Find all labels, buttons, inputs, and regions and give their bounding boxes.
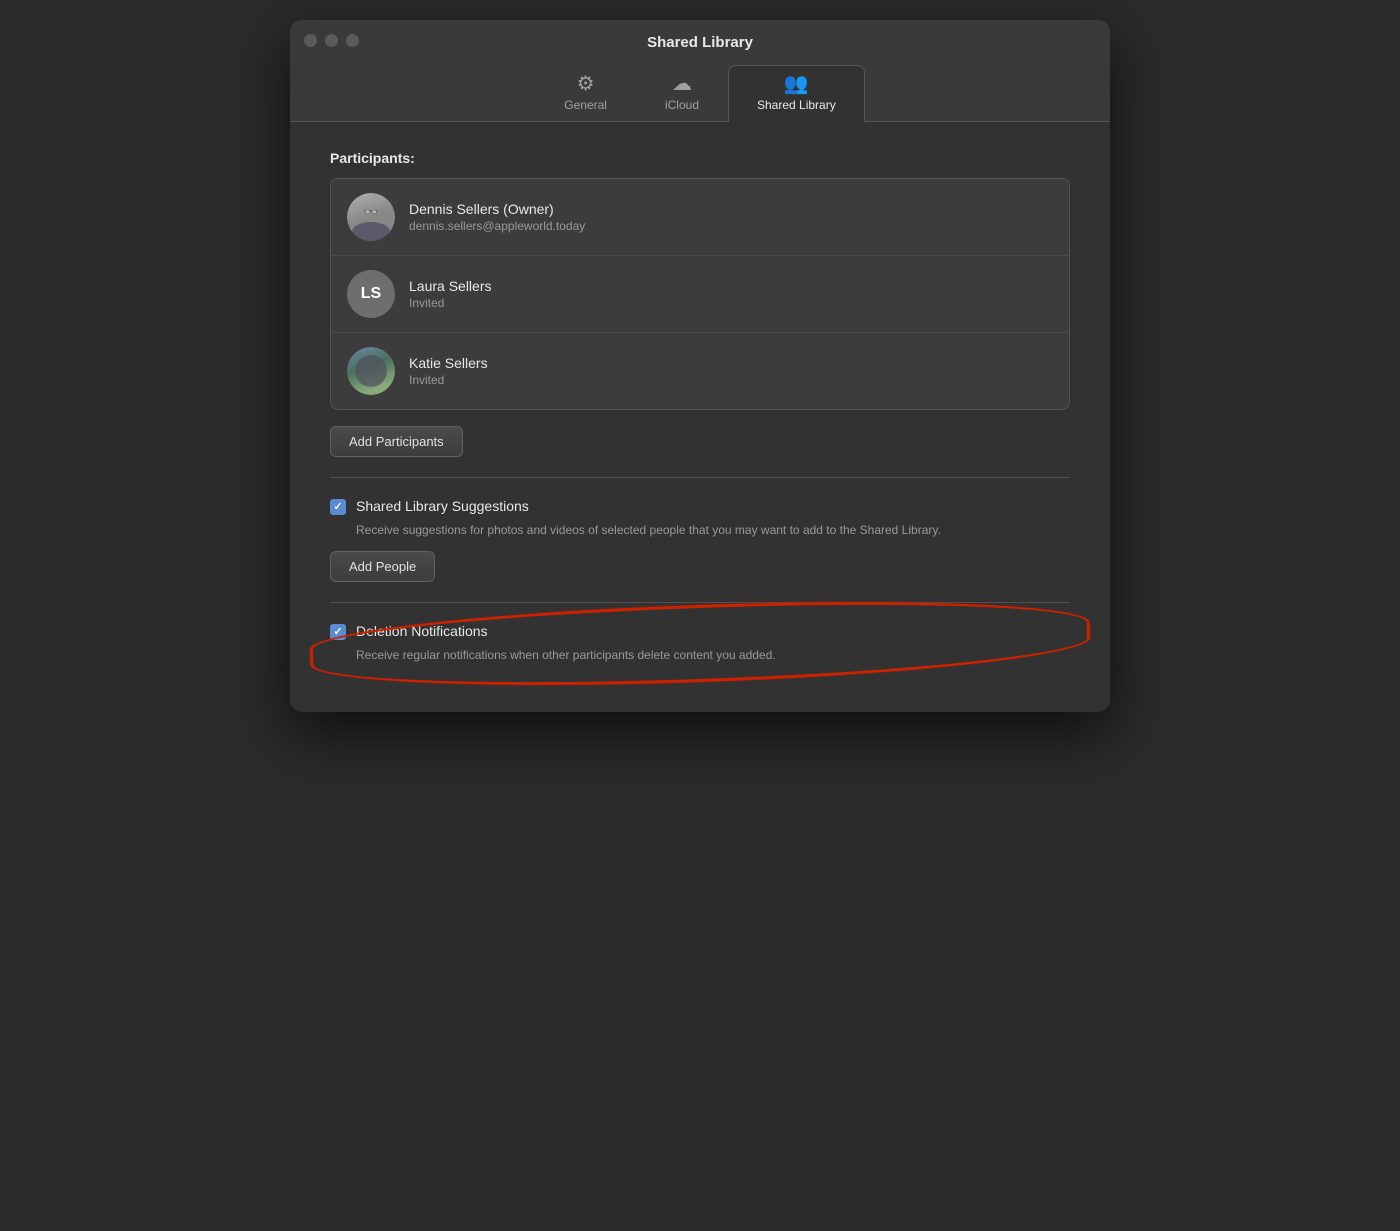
deletion-checkbox-section: Deletion Notifications Receive regular n… — [330, 623, 1070, 664]
divider — [330, 602, 1070, 603]
participant-row: Dennis Sellers (Owner) dennis.sellers@ap… — [331, 179, 1069, 256]
participant-name: Dennis Sellers (Owner) — [409, 201, 585, 217]
deletion-checkbox-row: Deletion Notifications — [330, 623, 1070, 640]
shared-library-icon: 👥 — [784, 74, 809, 94]
tab-shared-library[interactable]: 👥 Shared Library — [728, 65, 865, 122]
suggestions-checkbox-row: Shared Library Suggestions — [330, 498, 1070, 515]
participant-status: dennis.sellers@appleworld.today — [409, 219, 585, 233]
participants-label: Participants: — [330, 150, 1070, 166]
deletion-section: Deletion Notifications Receive regular n… — [330, 623, 1070, 664]
cloud-icon: ☁ — [672, 74, 692, 94]
maximize-button[interactable] — [346, 34, 359, 47]
tab-bar: ⚙ General ☁ iCloud 👥 Shared Library — [535, 65, 864, 121]
title-bar: Shared Library ⚙ General ☁ iCloud 👥 Shar… — [290, 20, 1110, 122]
avatar: LS — [347, 270, 395, 318]
participant-status: Invited — [409, 296, 492, 310]
settings-window: Shared Library ⚙ General ☁ iCloud 👥 Shar… — [290, 20, 1110, 712]
tab-icloud[interactable]: ☁ iCloud — [636, 65, 728, 122]
avatar — [347, 193, 395, 241]
window-title: Shared Library — [647, 34, 753, 51]
close-button[interactable] — [304, 34, 317, 47]
avatar-initials-text: LS — [361, 285, 381, 303]
deletion-title: Deletion Notifications — [356, 623, 488, 639]
suggestions-desc: Receive suggestions for photos and video… — [356, 521, 1070, 539]
participant-info: Dennis Sellers (Owner) dennis.sellers@ap… — [409, 201, 585, 233]
deletion-desc: Receive regular notifications when other… — [356, 646, 1070, 664]
participant-row: LS Laura Sellers Invited — [331, 256, 1069, 333]
dennis-avatar — [347, 193, 395, 241]
deletion-checkbox[interactable] — [330, 624, 346, 640]
suggestions-checkbox[interactable] — [330, 499, 346, 515]
katie-avatar — [347, 347, 395, 395]
participant-info: Katie Sellers Invited — [409, 355, 488, 387]
traffic-lights — [304, 34, 359, 47]
gear-icon: ⚙ — [577, 74, 595, 94]
suggestions-title: Shared Library Suggestions — [356, 498, 529, 514]
minimize-button[interactable] — [325, 34, 338, 47]
participant-name: Katie Sellers — [409, 355, 488, 371]
participant-status: Invited — [409, 373, 488, 387]
tab-shared-library-label: Shared Library — [757, 98, 836, 112]
participants-list: Dennis Sellers (Owner) dennis.sellers@ap… — [330, 178, 1070, 410]
participant-name: Laura Sellers — [409, 278, 492, 294]
add-participants-button[interactable]: Add Participants — [330, 426, 463, 457]
add-people-button[interactable]: Add People — [330, 551, 435, 582]
divider — [330, 477, 1070, 478]
suggestions-section: Shared Library Suggestions Receive sugge… — [330, 498, 1070, 582]
content-area: Participants: Dennis Sellers (Owner) den… — [290, 122, 1110, 712]
tab-icloud-label: iCloud — [665, 98, 699, 112]
participant-info: Laura Sellers Invited — [409, 278, 492, 310]
participant-row: Katie Sellers Invited — [331, 333, 1069, 409]
avatar — [347, 347, 395, 395]
tab-general-label: General — [564, 98, 607, 112]
tab-general[interactable]: ⚙ General — [535, 65, 636, 122]
